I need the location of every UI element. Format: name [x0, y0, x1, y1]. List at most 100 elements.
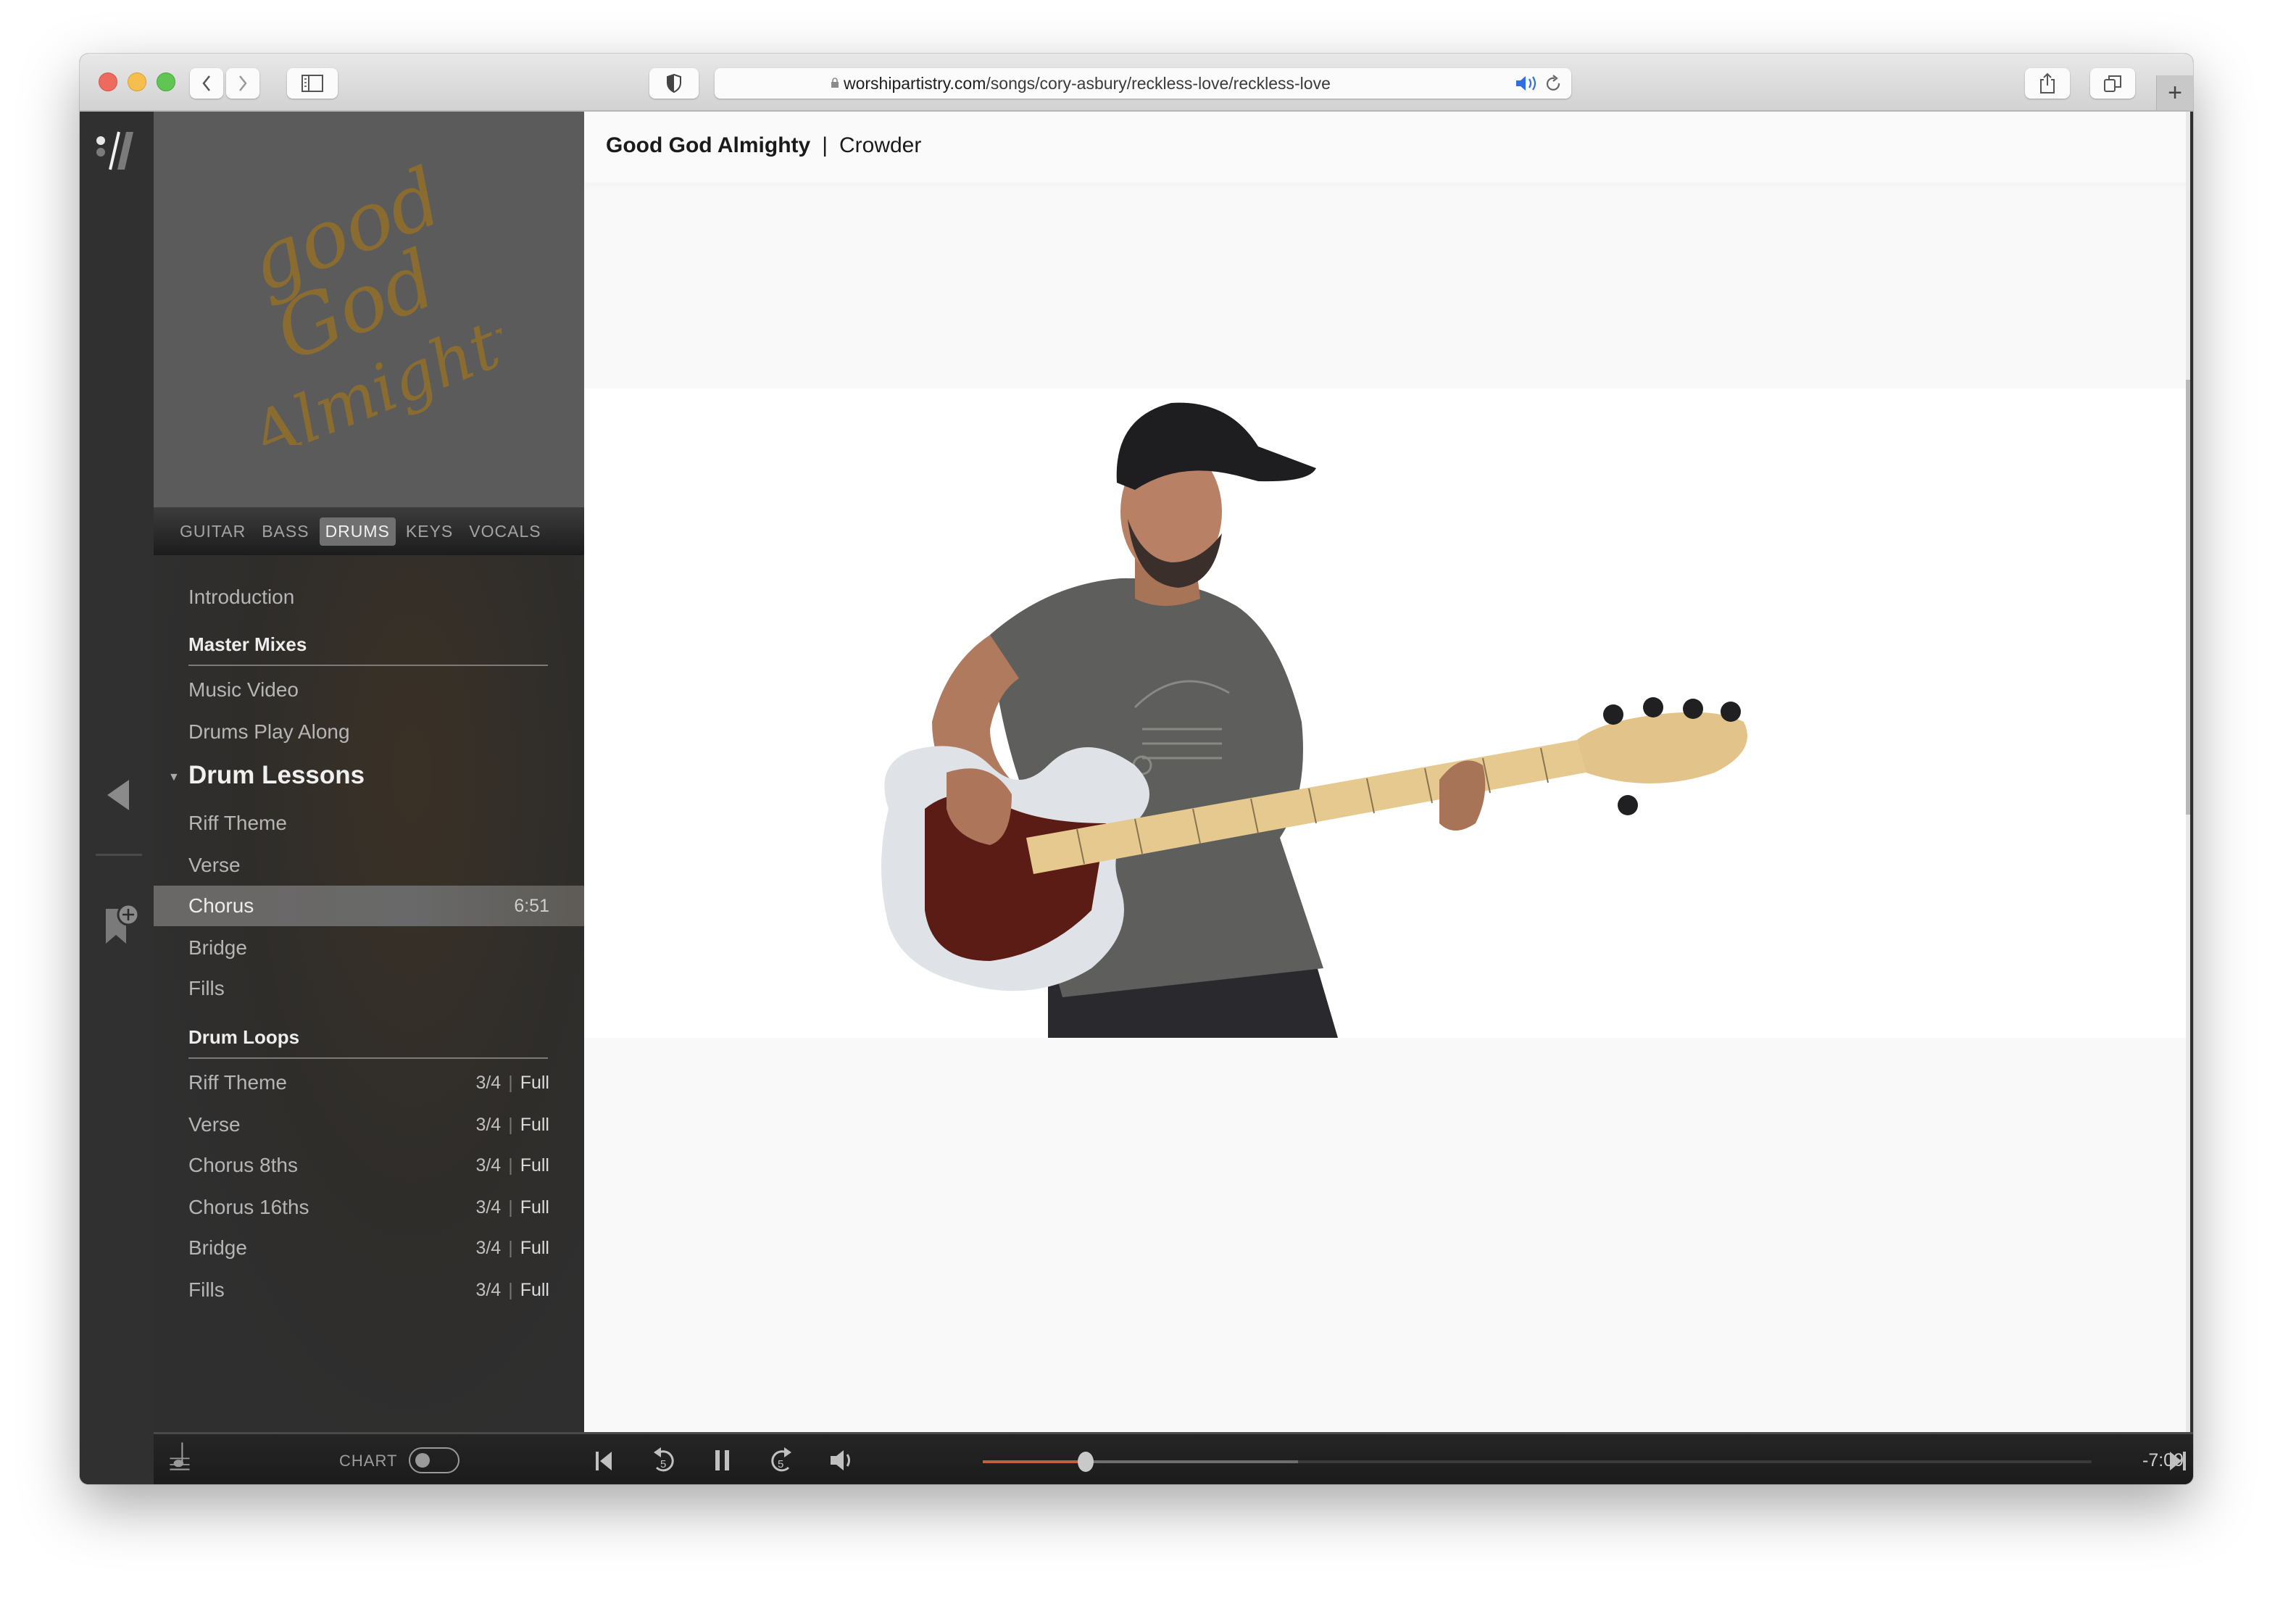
list-item-label: Chorus 8ths: [188, 1154, 298, 1176]
separator: |: [508, 1072, 513, 1093]
tab-overview-button[interactable]: [2090, 68, 2135, 99]
full-speed-link[interactable]: Full: [520, 1280, 549, 1300]
drum-lessons-heading: Drum Lessons: [188, 761, 365, 789]
lesson-item[interactable]: Fills: [154, 968, 584, 1009]
skip-forward-icon[interactable]: [2167, 1444, 2189, 1476]
caret-down-icon: ▼: [168, 771, 180, 783]
forward-5-button[interactable]: 5: [767, 1444, 796, 1476]
lesson-item-active[interactable]: Chorus 6:51: [154, 886, 584, 926]
tabs-overview-icon: [2104, 75, 2121, 92]
loop-item[interactable]: Fills 3/4 | Full: [154, 1270, 584, 1310]
svg-text:5: 5: [778, 1458, 783, 1470]
speed-3-4-link[interactable]: 3/4: [475, 1115, 501, 1135]
url-path: /songs/cory-asbury/reckless-love/reckles…: [986, 74, 1331, 93]
share-button[interactable]: [2025, 68, 2070, 99]
loop-item[interactable]: Chorus 8ths 3/4 | Full: [154, 1145, 584, 1186]
loop-item[interactable]: Bridge 3/4 | Full: [154, 1228, 584, 1268]
full-speed-link[interactable]: Full: [520, 1073, 549, 1093]
separator: |: [508, 1154, 513, 1176]
song-header: Good God Almighty | Crowder: [584, 112, 2190, 183]
triangle-left-icon[interactable]: [106, 778, 130, 812]
lesson-item[interactable]: Bridge: [154, 928, 584, 968]
share-icon: [2040, 72, 2055, 93]
speed-3-4-link[interactable]: 3/4: [475, 1073, 501, 1093]
rewind-5-button[interactable]: 5: [649, 1444, 678, 1476]
lock-icon: [831, 78, 839, 88]
forward-button[interactable]: [226, 68, 259, 99]
speed-3-4-link[interactable]: 3/4: [475, 1197, 501, 1218]
page-title: Good God Almighty | Crowder: [606, 133, 921, 158]
loop-speed-options: 3/4 | Full: [475, 1238, 549, 1259]
sidebar-icon: [301, 75, 323, 92]
lesson-list: Introduction Master Mixes Music Video Dr…: [154, 555, 584, 1432]
list-item-label: Bridge: [188, 1236, 247, 1259]
address-bar[interactable]: worshipartistry.com/songs/cory-asbury/re…: [715, 68, 1571, 99]
bookmark-add-icon[interactable]: [104, 903, 141, 946]
progress-played: [983, 1460, 1086, 1463]
reload-icon[interactable]: [1545, 75, 1563, 93]
speed-3-4-link[interactable]: 3/4: [475, 1238, 501, 1258]
icon-rail: [80, 112, 155, 1484]
window-close-button[interactable]: [99, 72, 117, 91]
tab-drums[interactable]: DRUMS: [319, 517, 396, 546]
forward-5-icon: 5: [771, 1447, 791, 1472]
scrollbar-thumb[interactable]: [2186, 380, 2190, 815]
chevron-left-icon: [202, 75, 210, 91]
loop-item[interactable]: Verse 3/4 | Full: [154, 1104, 584, 1145]
url-text[interactable]: worshipartistry.com/songs/cory-asbury/re…: [844, 74, 1331, 93]
toggle-knob: [415, 1453, 430, 1468]
list-item-introduction[interactable]: Introduction: [154, 577, 584, 617]
list-item-label: Verse: [188, 1113, 241, 1136]
speed-3-4-link[interactable]: 3/4: [475, 1280, 501, 1300]
privacy-report-button[interactable]: [649, 68, 699, 99]
speaker-icon[interactable]: [1515, 75, 1539, 91]
window-zoom-button[interactable]: [157, 72, 175, 91]
list-item-label: Chorus: [188, 894, 254, 917]
page-scrollbar[interactable]: [2186, 112, 2190, 1432]
worship-artistry-logo[interactable]: [94, 129, 136, 172]
window-minimize-button[interactable]: [128, 72, 146, 91]
artist-name[interactable]: Crowder: [839, 133, 921, 157]
list-item-drums-play-along[interactable]: Drums Play Along: [154, 712, 584, 752]
tab-bass[interactable]: BASS: [256, 517, 315, 546]
tab-keys[interactable]: KEYS: [400, 517, 459, 546]
pause-icon[interactable]: [712, 1444, 733, 1476]
speed-3-4-link[interactable]: 3/4: [475, 1155, 501, 1176]
list-item-music-video[interactable]: Music Video: [154, 670, 584, 710]
drum-lessons-section[interactable]: ▼ Drum Lessons: [168, 761, 365, 790]
new-tab-button[interactable]: +: [2156, 75, 2193, 110]
album-art-lettering: good God Almighty: [241, 162, 502, 445]
lesson-sidebar: good God Almighty GUITAR BASS DRUMS KEYS…: [154, 112, 584, 1432]
video-figure-cap: [1116, 402, 1316, 490]
full-speed-link[interactable]: Full: [520, 1238, 549, 1258]
chevron-right-icon: [239, 75, 247, 91]
loop-speed-options: 3/4 | Full: [475, 1197, 549, 1218]
tab-guitar[interactable]: GUITAR: [174, 517, 251, 546]
chart-toggle[interactable]: [409, 1447, 459, 1473]
browser-window: worshipartistry.com/songs/cory-asbury/re…: [80, 54, 2193, 1484]
progress-slider[interactable]: [983, 1452, 2092, 1472]
list-item-label: Chorus 16ths: [188, 1196, 309, 1218]
sidebar-toggle-button[interactable]: [287, 68, 338, 99]
song-title: Good God Almighty: [606, 133, 811, 157]
full-speed-link[interactable]: Full: [520, 1155, 549, 1176]
music-note-icon[interactable]: [165, 1440, 194, 1472]
tab-vocals[interactable]: VOCALS: [463, 517, 546, 546]
back-button[interactable]: [190, 68, 223, 99]
rail-divider: [96, 854, 142, 856]
progress-handle[interactable]: [1078, 1452, 1094, 1472]
list-item-label: Introduction: [188, 586, 295, 608]
list-item-label: Drums Play Along: [188, 720, 350, 743]
full-speed-link[interactable]: Full: [520, 1115, 549, 1135]
loop-item[interactable]: Chorus 16ths 3/4 | Full: [154, 1187, 584, 1228]
skip-back-icon[interactable]: [593, 1444, 615, 1476]
list-item-label: Music Video: [188, 678, 299, 701]
full-speed-link[interactable]: Full: [520, 1197, 549, 1218]
video-player[interactable]: [584, 388, 2190, 1038]
volume-icon[interactable]: [828, 1444, 857, 1476]
lesson-item[interactable]: Riff Theme: [154, 803, 584, 844]
plus-icon: +: [2168, 78, 2182, 107]
lesson-item[interactable]: Verse: [154, 845, 584, 886]
loop-speed-options: 3/4 | Full: [475, 1073, 549, 1094]
loop-item[interactable]: Riff Theme 3/4 | Full: [154, 1062, 584, 1103]
